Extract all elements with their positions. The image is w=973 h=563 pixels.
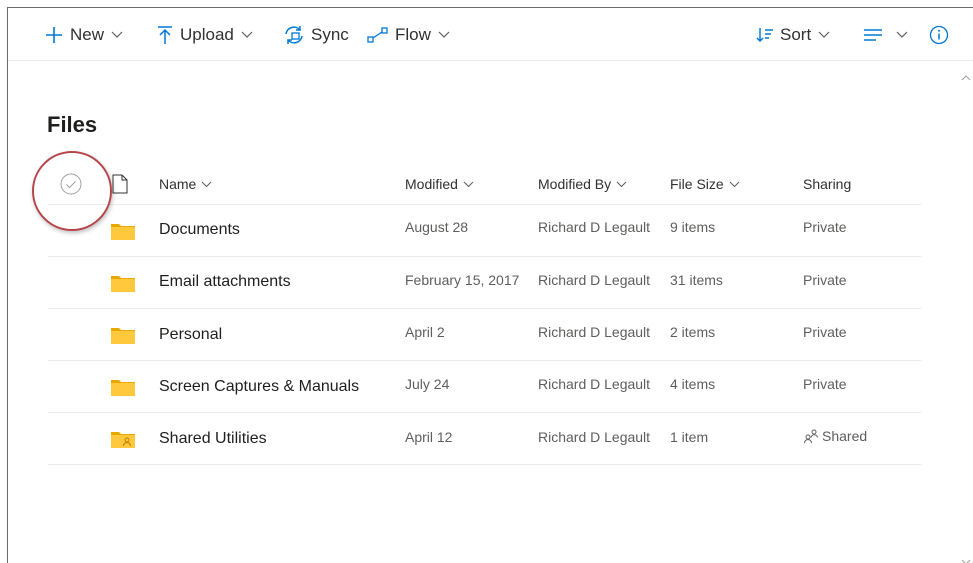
chevron-down-icon	[111, 31, 123, 39]
modified-by: Richard D Legault	[538, 376, 651, 392]
modified-by: Richard D Legault	[538, 429, 651, 445]
column-header-modified[interactable]: Modified	[405, 176, 474, 192]
file-size: 2 items	[670, 324, 716, 340]
modified-date: July 24	[405, 376, 450, 392]
flow-icon	[367, 26, 389, 44]
chevron-down-icon	[241, 31, 253, 39]
table-row[interactable]: Personal April 2 Richard D Legault 2 ite…	[48, 309, 921, 361]
file-size: 9 items	[670, 219, 716, 235]
chevron-down-icon	[438, 31, 450, 39]
file-name[interactable]: Personal	[159, 326, 222, 344]
sharing-status: Private	[803, 324, 847, 340]
sharing-status: Private	[803, 376, 847, 392]
file-size: 4 items	[670, 376, 716, 392]
flow-button[interactable]: Flow	[367, 22, 450, 48]
table-row[interactable]: Screen Captures & Manuals July 24 Richar…	[48, 361, 921, 413]
file-name[interactable]: Screen Captures & Manuals	[159, 378, 359, 396]
modified-by: Richard D Legault	[538, 219, 651, 235]
sharing-status: Shared	[803, 428, 867, 444]
file-name[interactable]: Shared Utilities	[159, 430, 267, 448]
column-header-name[interactable]: Name	[159, 176, 212, 192]
chevron-down-icon	[896, 31, 908, 39]
file-type-icon[interactable]	[112, 174, 128, 199]
list-view-icon	[863, 27, 883, 43]
info-button[interactable]	[929, 22, 955, 48]
chevron-down-icon	[616, 181, 627, 188]
file-name[interactable]: Email attachments	[159, 273, 291, 291]
sharing-label: Shared	[822, 428, 868, 444]
modified-by: Richard D Legault	[538, 272, 651, 288]
modified-date: April 12	[405, 429, 453, 445]
file-list: Name Modified Modified By File Size Shar…	[48, 158, 921, 465]
file-size: 31 items	[670, 272, 723, 288]
sharing-status: Private	[803, 219, 847, 235]
modified-date: April 2	[405, 324, 445, 340]
sync-icon	[283, 25, 305, 45]
column-header-row: Name Modified Modified By File Size Shar…	[48, 158, 921, 205]
flow-label: Flow	[395, 25, 431, 44]
info-icon	[929, 25, 949, 45]
sort-icon	[756, 26, 774, 44]
folder-icon	[110, 221, 136, 246]
shared-people-icon	[803, 428, 819, 444]
column-header-label: Modified By	[538, 176, 612, 192]
sort-label: Sort	[780, 25, 812, 44]
modified-date: February 15, 2017	[405, 272, 520, 288]
new-button[interactable]: New	[44, 22, 123, 48]
column-header-label: Name	[159, 176, 197, 192]
column-header-label: File Size	[670, 176, 724, 192]
modified-by: Richard D Legault	[538, 324, 651, 340]
modified-date: August 28	[405, 219, 469, 235]
chevron-down-icon	[463, 181, 474, 188]
column-header-modified-by[interactable]: Modified By	[538, 176, 627, 192]
upload-icon	[156, 25, 174, 45]
view-options-button[interactable]	[863, 22, 908, 48]
scroll-down-arrow[interactable]	[960, 554, 972, 563]
sharing-status: Private	[803, 272, 847, 288]
page-title: Files	[47, 112, 98, 137]
table-row[interactable]: Email attachments February 15, 2017 Rich…	[48, 257, 921, 309]
sort-button[interactable]: Sort	[756, 22, 830, 48]
select-all-checkbox[interactable]	[59, 172, 83, 196]
chevron-down-icon	[729, 181, 740, 188]
shared-folder-icon	[110, 429, 136, 454]
column-header-sharing[interactable]: Sharing	[803, 176, 851, 192]
file-name[interactable]: Documents	[159, 221, 240, 239]
sync-label: Sync	[311, 25, 349, 44]
app-window: New Upload Sync Flow Sort Files Name Mod…	[7, 7, 973, 563]
column-header-label: Modified	[405, 176, 458, 192]
table-row[interactable]: Shared Utilities April 12 Richard D Lega…	[48, 413, 921, 465]
column-header-file-size[interactable]: File Size	[670, 176, 740, 192]
upload-button[interactable]: Upload	[156, 22, 253, 48]
column-header-label: Sharing	[803, 176, 852, 192]
plus-icon	[44, 25, 64, 45]
sync-button[interactable]: Sync	[283, 22, 349, 48]
new-label: New	[70, 25, 105, 44]
scroll-up-arrow[interactable]	[960, 70, 972, 81]
upload-label: Upload	[180, 25, 234, 44]
command-bar: New Upload Sync Flow Sort	[8, 8, 973, 61]
chevron-down-icon	[201, 181, 212, 188]
folder-icon	[110, 325, 136, 350]
chevron-down-icon	[818, 31, 830, 39]
table-row[interactable]: Documents August 28 Richard D Legault 9 …	[48, 205, 921, 257]
folder-icon	[110, 273, 136, 298]
folder-icon	[110, 377, 136, 402]
file-size: 1 item	[670, 429, 709, 445]
